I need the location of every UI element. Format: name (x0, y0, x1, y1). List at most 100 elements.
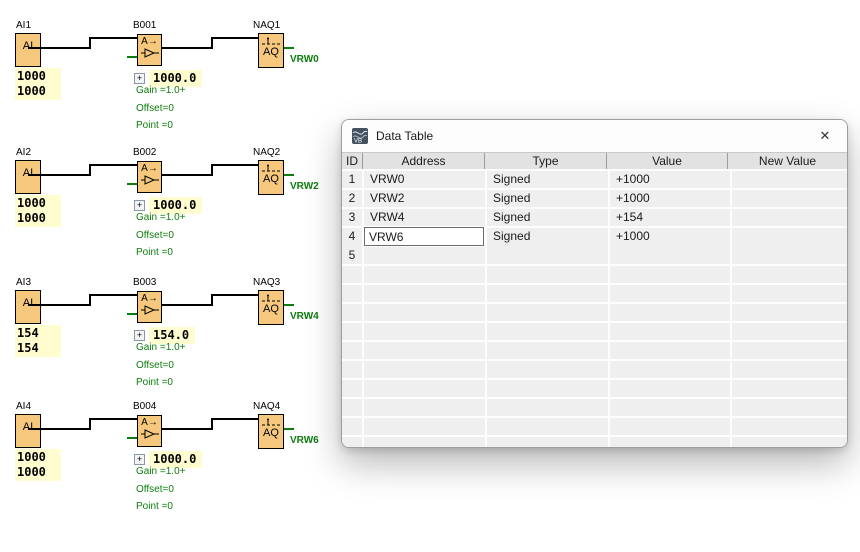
value-cell: +1000 (610, 190, 730, 207)
address-cell[interactable]: VRW0 (364, 171, 485, 188)
block-label: B001 (133, 20, 156, 31)
aq-symbol: AQ (263, 427, 279, 439)
value-cell: +154 (610, 209, 730, 226)
dialog-titlebar[interactable]: VB Data Table ✕ (342, 120, 847, 152)
analog-input-block[interactable]: AI (15, 160, 41, 194)
network-analog-output-block[interactable]: AQ (258, 414, 284, 449)
type-cell[interactable]: Signed (487, 228, 608, 247)
table-row-empty (342, 399, 847, 416)
type-cell[interactable]: Signed (487, 190, 608, 207)
table-row-empty (342, 304, 847, 321)
block-label: NAQ1 (253, 20, 280, 31)
data-table-icon: VB (352, 128, 368, 144)
vm-address-ref: VRW6 (290, 435, 319, 446)
block-label: NAQ3 (253, 277, 280, 288)
table-row: 3 VRW4 Signed +154 (342, 209, 847, 226)
close-button[interactable]: ✕ (803, 120, 847, 152)
address-edit-input[interactable] (364, 227, 484, 246)
fbd-rung: AI2 AI 1000 1000 B002 A→ + 1000.0 Gain =… (0, 160, 340, 280)
type-cell[interactable] (487, 247, 608, 264)
input-value: 1000 (17, 84, 59, 99)
analog-input-block[interactable]: AI (15, 414, 41, 448)
block-label: B002 (133, 147, 156, 158)
table-row-empty (342, 285, 847, 302)
amplifier-block[interactable]: A→ (137, 34, 162, 66)
ai-symbol: AI (23, 421, 33, 433)
new-value-cell[interactable] (732, 190, 847, 207)
table-row-empty (342, 418, 847, 435)
new-value-cell[interactable] (732, 209, 847, 226)
id-cell: 3 (342, 209, 362, 226)
table-row: 4 Signed +1000 (342, 228, 847, 245)
table-row-empty (342, 380, 847, 397)
table-row-empty (342, 342, 847, 359)
table-row-empty (342, 323, 847, 340)
gain-text: Gain =1.0+ (136, 212, 185, 223)
gain-text: Gain =1.0+ (136, 466, 185, 477)
block-label: NAQ4 (253, 401, 280, 412)
new-value-cell[interactable] (732, 247, 847, 264)
analog-input-block[interactable]: AI (15, 33, 41, 67)
value-cell: +1000 (610, 228, 730, 247)
type-cell[interactable]: Signed (487, 171, 608, 188)
column-header-value: Value (607, 153, 727, 169)
table-row: 5 (342, 247, 847, 264)
amplifier-icon (141, 175, 159, 185)
block-label: B004 (133, 401, 156, 412)
address-cell[interactable]: VRW2 (364, 190, 485, 207)
input-value-display: 1000 1000 (15, 68, 61, 100)
column-header-new-value: New Value (728, 153, 847, 169)
amplifier-block[interactable]: A→ (137, 161, 162, 193)
vm-address-ref: VRW0 (290, 54, 319, 65)
network-output-icon (261, 164, 281, 173)
point-text: Point =0 (136, 247, 173, 258)
table-row-empty (342, 437, 847, 448)
vm-address-ref: VRW2 (290, 181, 319, 192)
point-text: Point =0 (136, 501, 173, 512)
fbd-rung: AI1 AI 1000 1000 B001 A→ + 1000.0 Gain =… (0, 33, 340, 153)
new-value-cell[interactable] (732, 228, 847, 247)
expand-icon[interactable]: + (134, 454, 145, 465)
amplifier-block[interactable]: A→ (137, 291, 162, 323)
column-header-id: ID (342, 153, 362, 169)
offset-text: Offset=0 (136, 484, 174, 495)
offset-text: Offset=0 (136, 103, 174, 114)
data-table-dialog: VB Data Table ✕ ID Address Type Value Ne… (341, 119, 848, 448)
input-value: 154 (17, 326, 59, 341)
amp-symbol: A→ (141, 293, 158, 305)
block-label: AI2 (16, 147, 31, 158)
address-cell[interactable] (364, 247, 485, 264)
aq-symbol: AQ (263, 303, 279, 315)
id-cell: 5 (342, 247, 362, 264)
network-output-icon (261, 37, 281, 46)
input-value-display: 154 154 (15, 325, 61, 357)
network-analog-output-block[interactable]: AQ (258, 160, 284, 195)
address-cell[interactable]: VRW4 (364, 209, 485, 226)
expand-icon[interactable]: + (134, 330, 145, 341)
expand-icon[interactable]: + (134, 73, 145, 84)
expand-icon[interactable]: + (134, 200, 145, 211)
svg-text:VB: VB (354, 139, 362, 145)
table-header: ID Address Type Value New Value (342, 152, 847, 169)
offset-text: Offset=0 (136, 360, 174, 371)
input-value: 1000 (17, 450, 59, 465)
analog-input-block[interactable]: AI (15, 290, 41, 324)
column-header-address: Address (363, 153, 484, 169)
amplifier-block[interactable]: A→ (137, 415, 162, 447)
value-cell (610, 247, 730, 264)
id-cell: 4 (342, 228, 362, 247)
ai-symbol: AI (23, 297, 33, 309)
aq-symbol: AQ (263, 173, 279, 185)
column-header-type: Type (485, 153, 606, 169)
app-canvas: AI1 AI 1000 1000 B001 A→ + 1000.0 Gain =… (0, 0, 860, 552)
input-value: 1000 (17, 196, 59, 211)
type-cell[interactable]: Signed (487, 209, 608, 226)
new-value-cell[interactable] (732, 171, 847, 188)
offset-text: Offset=0 (136, 230, 174, 241)
network-analog-output-block[interactable]: AQ (258, 290, 284, 325)
gain-text: Gain =1.0+ (136, 342, 185, 353)
block-label: AI3 (16, 277, 31, 288)
value-cell: +1000 (610, 171, 730, 188)
block-label: AI1 (16, 20, 31, 31)
network-analog-output-block[interactable]: AQ (258, 33, 284, 68)
